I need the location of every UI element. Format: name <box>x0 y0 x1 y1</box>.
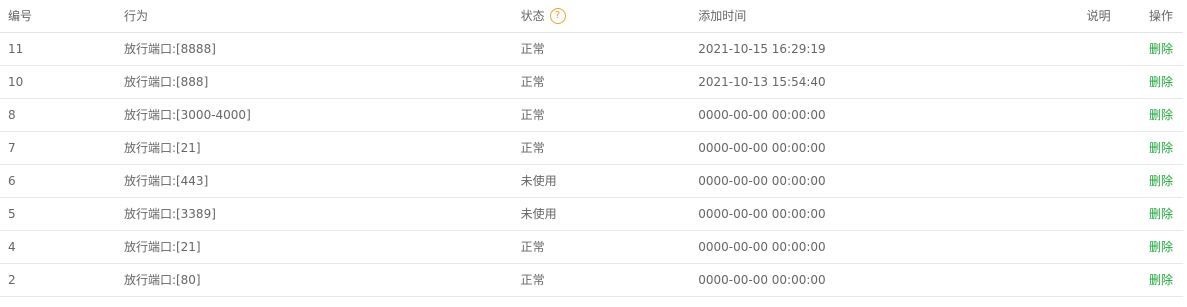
header-status: 状态 ? <box>521 0 699 32</box>
cell-operation: 删除 <box>1087 65 1183 98</box>
cell-id: 2 <box>8 272 16 287</box>
delete-link[interactable]: 删除 <box>1149 42 1173 56</box>
delete-link[interactable]: 删除 <box>1149 108 1173 122</box>
cell-operation: 删除 <box>1087 197 1183 230</box>
cell-operation: 删除 <box>1087 32 1183 65</box>
header-status-label: 状态 <box>520 9 545 24</box>
firewall-rules-table: 编号 行为 状态 ? 添加时间 说明 操作 11 放行端口:[8888] 正常 202… <box>0 0 1183 297</box>
table-header: 编号 行为 状态 ? 添加时间 说明 操作 <box>0 0 1183 32</box>
header-time: 添加时间 <box>698 9 747 24</box>
cell-action: 放行端口:[3000-4000] <box>123 108 251 122</box>
cell-status: 未使用 <box>520 174 557 188</box>
cell-status: 正常 <box>520 273 545 287</box>
cell-operation: 删除 <box>1087 263 1183 296</box>
table-row: 6放行端口:[443]未使用0000-00-00 00:00:00HTTPS端口… <box>0 164 1183 197</box>
cell-id: 6 <box>8 173 16 188</box>
table-row: 10放行端口:[888]正常2021-10-13 15:54:40phpMyAd… <box>0 65 1183 98</box>
cell-operation: 删除 <box>1087 164 1183 197</box>
cell-id: 11 <box>8 41 24 56</box>
table-row: 2放行端口:[80]正常0000-00-00 00:00:00网站默认端口删除 <box>0 263 1183 296</box>
header-action: 行为 <box>123 9 148 24</box>
cell-status: 正常 <box>520 141 545 155</box>
cell-id: 8 <box>8 107 16 122</box>
table-row: 4放行端口:[21]正常0000-00-00 00:00:00FTP协议默认端口… <box>0 230 1183 263</box>
table-row: 8放行端口:[3000-4000]正常0000-00-00 00:00:00FT… <box>0 98 1183 131</box>
cell-time: 2021-10-13 15:54:40 <box>698 74 826 89</box>
question-circle-icon[interactable]: ? <box>549 7 566 24</box>
cell-time: 0000-00-00 00:00:00 <box>698 173 826 188</box>
cell-operation: 删除 <box>1087 230 1183 263</box>
cell-operation: 删除 <box>1087 131 1183 164</box>
cell-status: 正常 <box>520 42 545 56</box>
table-body: 11放行端口:[8888]正常2021-10-15 16:29:19宝塔Wind… <box>0 32 1183 296</box>
cell-time: 0000-00-00 00:00:00 <box>698 107 826 122</box>
cell-status: 正常 <box>520 240 545 254</box>
cell-time: 0000-00-00 00:00:00 <box>698 239 826 254</box>
table-row: 11放行端口:[8888]正常2021-10-15 16:29:19宝塔Wind… <box>0 32 1183 65</box>
header-row: 编号 行为 状态 ? 添加时间 说明 操作 <box>0 0 1183 32</box>
cell-action: 放行端口:[21] <box>123 240 201 254</box>
cell-time: 0000-00-00 00:00:00 <box>698 272 826 287</box>
cell-action: 放行端口:[888] <box>123 75 209 89</box>
delete-link[interactable]: 删除 <box>1149 240 1173 254</box>
cell-status: 正常 <box>520 108 545 122</box>
cell-id: 5 <box>8 206 16 221</box>
delete-link[interactable]: 删除 <box>1149 273 1173 287</box>
cell-action: 放行端口:[3389] <box>123 207 216 221</box>
cell-action: 放行端口:[443] <box>123 174 209 188</box>
cell-time: 0000-00-00 00:00:00 <box>698 140 826 155</box>
delete-link[interactable]: 删除 <box>1149 75 1173 89</box>
cell-time: 2021-10-15 16:29:19 <box>698 41 826 56</box>
cell-time: 0000-00-00 00:00:00 <box>698 206 826 221</box>
cell-action: 放行端口:[80] <box>123 273 201 287</box>
delete-link[interactable]: 删除 <box>1149 141 1173 155</box>
table-row: 7放行端口:[21]正常0000-00-00 00:00:00FTP协议默认端口… <box>0 131 1183 164</box>
cell-action: 放行端口:[8888] <box>123 42 216 56</box>
cell-id: 7 <box>8 140 16 155</box>
cell-id: 10 <box>8 74 24 89</box>
cell-id: 4 <box>8 239 16 254</box>
cell-status: 正常 <box>520 75 545 89</box>
cell-action: 放行端口:[21] <box>123 141 201 155</box>
table-row: 5放行端口:[3389]未使用0000-00-00 00:00:00远程管理服务… <box>0 197 1183 230</box>
header-id: 编号 <box>8 9 33 24</box>
delete-link[interactable]: 删除 <box>1149 174 1173 188</box>
cell-operation: 删除 <box>1087 98 1183 131</box>
status-header-wrap: 状态 ? <box>521 7 566 24</box>
delete-link[interactable]: 删除 <box>1149 207 1173 221</box>
cell-status: 未使用 <box>520 207 557 221</box>
